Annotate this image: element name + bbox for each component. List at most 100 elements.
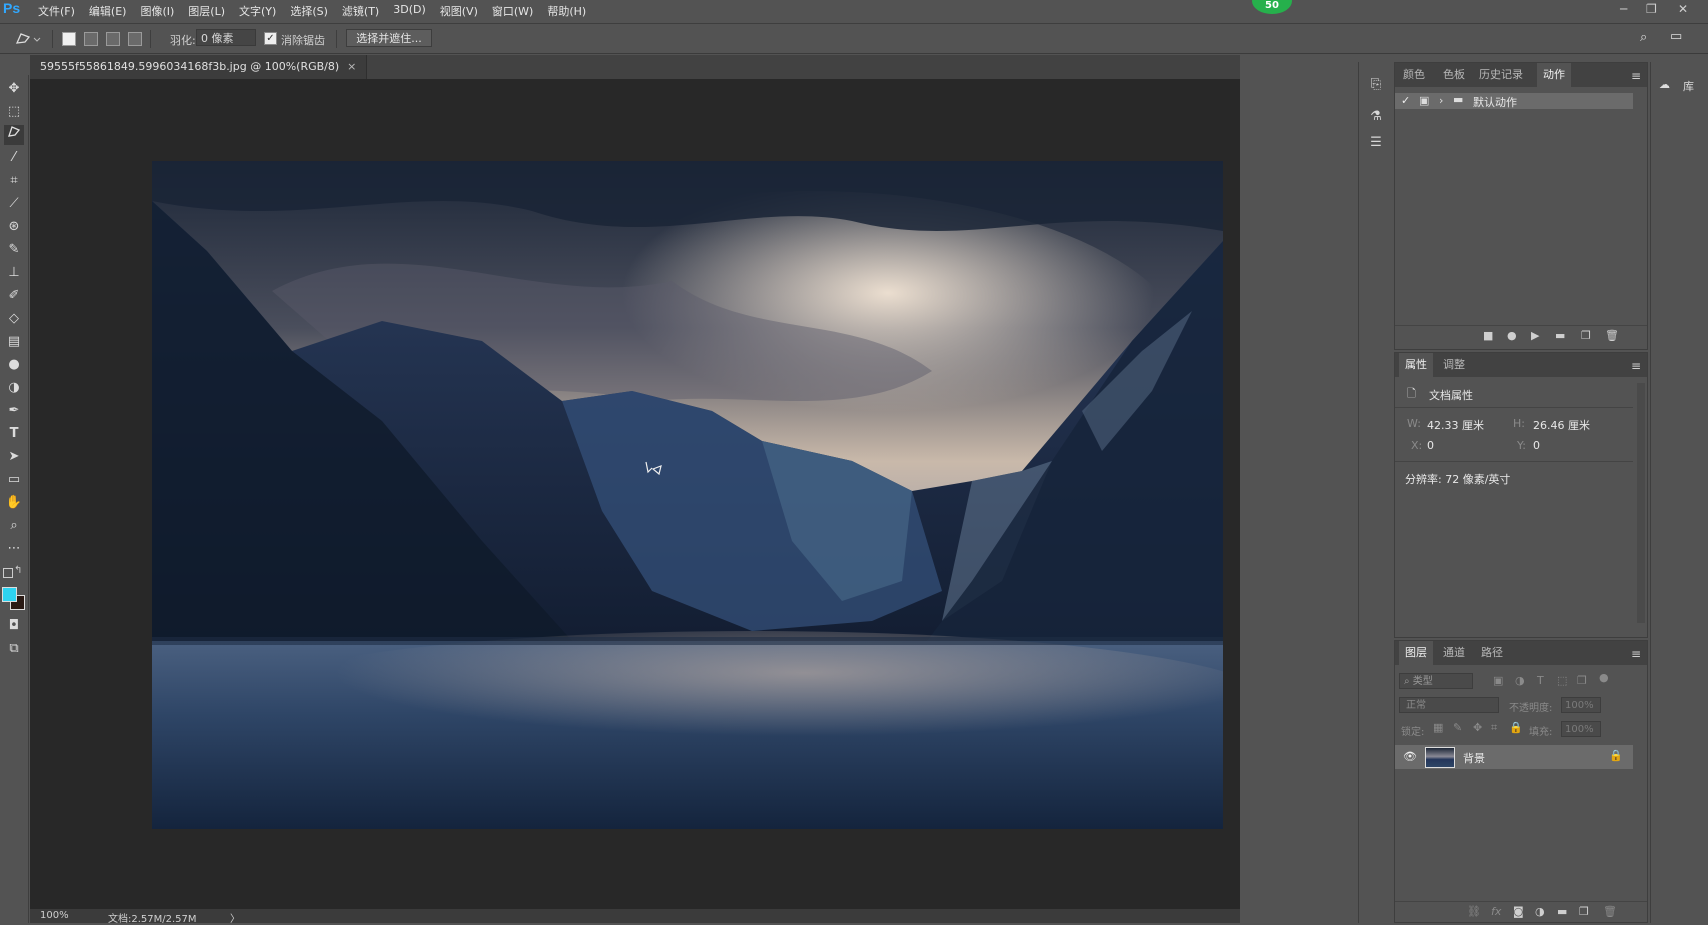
blend-mode-select[interactable]: 正常	[1399, 697, 1499, 713]
rectangle-tool-icon[interactable]: ▭	[4, 470, 24, 490]
panel-menu-icon[interactable]: ≡	[1631, 647, 1641, 661]
tab-paths[interactable]: 路径	[1481, 641, 1503, 665]
add-mask-icon[interactable]: ◙	[1513, 905, 1524, 918]
link-layers-icon[interactable]: ⛓	[1467, 905, 1481, 918]
tab-channels[interactable]: 通道	[1443, 641, 1465, 665]
scrollbar[interactable]	[1637, 383, 1645, 623]
lock-position-icon[interactable]: ✥	[1473, 721, 1482, 734]
restore-button[interactable]: ❐	[1646, 2, 1657, 16]
layer-lock-icon[interactable]: 🔒	[1609, 749, 1623, 762]
close-tab-icon[interactable]: ×	[347, 60, 356, 73]
new-action-icon[interactable]: ❐	[1581, 329, 1591, 342]
eyedropper-icon[interactable]: ⟋	[4, 194, 24, 214]
x-value[interactable]: 0	[1427, 439, 1434, 452]
add-selection-button[interactable]	[84, 32, 98, 46]
toggle-check-icon[interactable]: ✓	[1401, 94, 1410, 107]
move-tool-icon[interactable]: ✥	[4, 79, 24, 99]
zoom-level[interactable]: 100%	[40, 910, 69, 921]
menu-3d[interactable]: 3D(D)	[393, 3, 426, 19]
menu-select[interactable]: 选择(S)	[290, 3, 328, 19]
type-tool-icon[interactable]: T	[4, 424, 24, 444]
lock-pixels-icon[interactable]: ✎	[1453, 721, 1462, 734]
panel-menu-icon[interactable]: ≡	[1631, 359, 1641, 373]
libraries-icon[interactable]: ☁	[1659, 78, 1670, 91]
intersect-selection-button[interactable]	[128, 32, 142, 46]
menu-file[interactable]: 文件(F)	[38, 3, 75, 19]
pen-tool-icon[interactable]: ✒	[4, 401, 24, 421]
new-layer-icon[interactable]: ❐	[1579, 905, 1589, 918]
record-icon[interactable]: ●	[1507, 329, 1517, 342]
path-selection-icon[interactable]: ➤	[4, 447, 24, 467]
stop-icon[interactable]: ■	[1483, 329, 1493, 342]
layer-filter-select[interactable]: ⌕ 类型	[1399, 673, 1473, 689]
menu-layer[interactable]: 图层(L)	[188, 3, 225, 19]
workspace-icon[interactable]: ▭	[1670, 29, 1682, 44]
blur-tool-icon[interactable]: ●	[4, 355, 24, 375]
brush-preset-icon[interactable]: ⎘	[1367, 76, 1385, 94]
fjord-landscape-image[interactable]	[152, 161, 1223, 829]
fx-icon[interactable]: fx	[1491, 905, 1501, 918]
libraries-label[interactable]: 库	[1683, 78, 1694, 94]
adjustment-layer-icon[interactable]: ◑	[1535, 905, 1545, 918]
tab-actions[interactable]: 动作	[1537, 63, 1571, 87]
dialog-toggle-icon[interactable]: ▣	[1419, 94, 1429, 107]
menu-view[interactable]: 视图(V)	[440, 3, 478, 19]
canvas-area[interactable]	[30, 79, 1240, 909]
swap-colors-icon[interactable]: ↰	[14, 565, 22, 576]
marquee-tool-icon[interactable]: ⬚	[4, 102, 24, 122]
trash-icon[interactable]: 🗑	[1605, 329, 1619, 342]
tab-swatches[interactable]: 色板	[1443, 63, 1465, 87]
foreground-color-swatch[interactable]	[2, 587, 17, 602]
close-window-button[interactable]: ✕	[1678, 2, 1688, 16]
adjustments-icon[interactable]: ☰	[1367, 134, 1385, 152]
tab-properties[interactable]: 属性	[1399, 353, 1433, 377]
document-tab[interactable]: 59555f55861849.5996034168f3b.jpg @ 100%(…	[30, 55, 368, 79]
new-set-folder-icon[interactable]: ▬	[1555, 329, 1565, 342]
zoom-tool-icon[interactable]: ⌕	[4, 516, 24, 536]
magic-wand-icon[interactable]: ⁄	[4, 148, 24, 168]
menu-edit[interactable]: 编辑(E)	[89, 3, 127, 19]
filter-pixel-icon[interactable]: ▣	[1493, 674, 1503, 687]
tab-history[interactable]: 历史记录	[1479, 63, 1523, 87]
polygonal-lasso-preset-icon[interactable]	[14, 31, 44, 47]
gradient-tool-icon[interactable]: ▤	[4, 332, 24, 352]
notification-badge[interactable]: 50	[1252, 0, 1292, 14]
tab-adjustments[interactable]: 调整	[1443, 353, 1465, 377]
layer-row[interactable]: 👁 背景 🔒	[1395, 745, 1633, 769]
width-value[interactable]: 42.33 厘米	[1427, 417, 1484, 433]
menu-help[interactable]: 帮助(H)	[547, 3, 586, 19]
clone-stamp-icon[interactable]: ⊥	[4, 263, 24, 283]
crop-tool-icon[interactable]: ⌗	[4, 171, 24, 191]
menu-window[interactable]: 窗口(W)	[492, 3, 533, 19]
filter-smart-icon[interactable]: ❐	[1577, 674, 1587, 687]
delete-layer-icon[interactable]: 🗑	[1603, 905, 1617, 918]
more-tools-icon[interactable]: ⋯	[4, 539, 24, 559]
visibility-eye-icon[interactable]: 👁	[1403, 750, 1417, 763]
menu-filter[interactable]: 滤镜(T)	[342, 3, 379, 19]
screen-mode-icon[interactable]: ⧉	[4, 639, 24, 659]
lock-all-icon[interactable]: 🔒	[1509, 721, 1523, 734]
lock-artboard-icon[interactable]: ⌗	[1491, 721, 1497, 735]
tab-layers[interactable]: 图层	[1399, 641, 1433, 665]
fill-input[interactable]: 100%	[1561, 721, 1601, 737]
select-and-mask-button[interactable]: 选择并遮住...	[346, 29, 432, 47]
healing-brush-icon[interactable]: ⊛	[4, 217, 24, 237]
new-selection-button[interactable]	[62, 32, 76, 46]
layer-name[interactable]: 背景	[1463, 750, 1485, 766]
panel-menu-icon[interactable]: ≡	[1631, 69, 1641, 83]
filter-adjustment-icon[interactable]: ◑	[1515, 674, 1525, 687]
brush-tool-icon[interactable]: ✎	[4, 240, 24, 260]
lock-transparent-icon[interactable]: ▦	[1433, 721, 1443, 734]
menu-type[interactable]: 文字(Y)	[239, 3, 276, 19]
quick-mask-icon[interactable]: ◘	[4, 616, 24, 636]
eraser-icon[interactable]: ◇	[4, 309, 24, 329]
history-brush-icon[interactable]: ✐	[4, 286, 24, 306]
opacity-input[interactable]: 100%	[1561, 697, 1601, 713]
tool-preset-icon[interactable]: ⚗	[1367, 108, 1385, 126]
antialias-checkbox[interactable]: ✓	[264, 32, 277, 45]
filter-type-icon[interactable]: T	[1537, 674, 1544, 687]
tab-color[interactable]: 颜色	[1403, 63, 1425, 87]
lasso-tool-icon[interactable]	[4, 125, 24, 145]
height-value[interactable]: 26.46 厘米	[1533, 417, 1590, 433]
filter-toggle-icon[interactable]: ●	[1599, 671, 1609, 684]
